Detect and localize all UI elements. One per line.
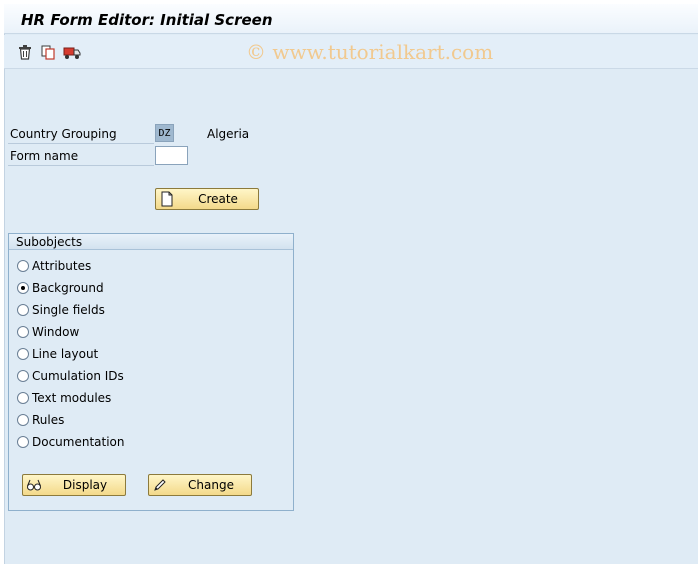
radio-text-modules[interactable]: Text modules	[17, 390, 111, 406]
radio-documentation[interactable]: Documentation	[17, 434, 125, 450]
subobjects-title: Subobjects	[16, 235, 83, 249]
create-button[interactable]: Create	[155, 188, 259, 210]
page-title: HR Form Editor: Initial Screen	[21, 11, 273, 29]
form-name-label: Form name	[10, 149, 79, 163]
radio-cumulation-ids[interactable]: Cumulation IDs	[17, 368, 124, 384]
copy-icon	[41, 45, 55, 60]
display-button-label: Display	[62, 478, 108, 492]
create-button-label: Create	[198, 192, 238, 206]
field-divider	[8, 143, 154, 144]
radio-button[interactable]	[17, 370, 29, 382]
radio-label: Single fields	[32, 303, 105, 317]
radio-button[interactable]	[17, 260, 29, 272]
delete-button[interactable]	[16, 43, 34, 61]
field-divider	[8, 165, 154, 166]
change-button-label: Change	[188, 478, 234, 492]
transport-button[interactable]	[63, 43, 81, 61]
radio-background[interactable]: Background	[17, 280, 104, 296]
transport-icon	[63, 47, 81, 59]
change-button[interactable]: Change	[148, 474, 252, 496]
country-name: Algeria	[207, 127, 250, 141]
radio-line-layout[interactable]: Line layout	[17, 346, 98, 362]
subobjects-header: Subobjects	[9, 234, 293, 250]
title-bar: HR Form Editor: Initial Screen	[4, 4, 698, 34]
radio-button[interactable]	[17, 304, 29, 316]
radio-label: Attributes	[32, 259, 92, 273]
radio-single-fields[interactable]: Single fields	[17, 302, 105, 318]
radio-button[interactable]	[17, 436, 29, 448]
subobjects-group: Subobjects Attributes Background Single …	[8, 233, 294, 511]
radio-label: Window	[32, 325, 80, 339]
radio-window[interactable]: Window	[17, 324, 79, 340]
radio-label: Cumulation IDs	[32, 369, 124, 383]
radio-label: Background	[32, 281, 104, 295]
country-grouping-input[interactable]: DZ	[155, 124, 174, 142]
form-name-input[interactable]	[155, 146, 188, 165]
radio-label: Text modules	[32, 391, 112, 405]
copy-button[interactable]	[39, 43, 57, 61]
delete-icon	[19, 44, 31, 60]
watermark: © www.tutorialkart.com	[246, 40, 494, 64]
radio-label: Line layout	[32, 347, 99, 361]
radio-attributes[interactable]: Attributes	[17, 258, 91, 274]
radio-button[interactable]	[17, 282, 29, 294]
radio-rules[interactable]: Rules	[17, 412, 64, 428]
radio-button[interactable]	[17, 392, 29, 404]
radio-button[interactable]	[17, 414, 29, 426]
radio-button[interactable]	[17, 348, 29, 360]
radio-button[interactable]	[17, 326, 29, 338]
radio-label: Documentation	[32, 435, 125, 449]
radio-label: Rules	[32, 413, 65, 427]
display-button[interactable]: Display	[22, 474, 126, 496]
country-grouping-label: Country Grouping	[10, 127, 117, 141]
